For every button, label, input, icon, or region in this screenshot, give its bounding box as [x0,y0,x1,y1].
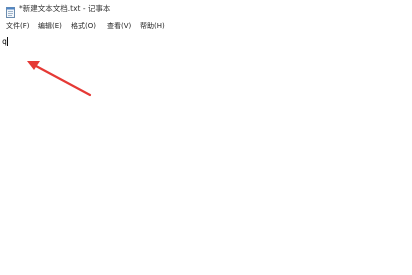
menu-bar: 文件(F) 编辑(E) 格式(O) 查看(V) 帮助(H) [0,19,412,33]
notepad-icon [6,3,15,18]
title-bar[interactable]: *新建文本文档.txt - 记事本 [0,0,412,18]
menu-format[interactable]: 格式(O) [70,21,97,32]
text-caret [7,37,8,46]
window-title: *新建文本文档.txt - 记事本 [19,4,111,13]
notepad-window: *新建文本文档.txt - 记事本 文件(F) 编辑(E) 格式(O) 查看(V… [0,0,412,275]
menu-view[interactable]: 查看(V) [106,21,132,32]
menu-help[interactable]: 帮助(H) [139,21,166,32]
menu-edit[interactable]: 编辑(E) [37,21,63,32]
text-editor-area[interactable]: q [0,33,412,275]
menu-file[interactable]: 文件(F) [5,21,31,32]
